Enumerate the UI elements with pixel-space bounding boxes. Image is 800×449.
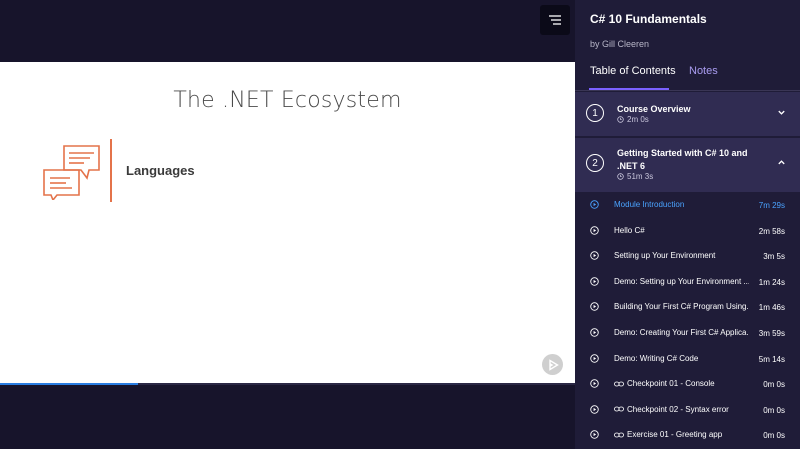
menu-lines-icon bbox=[549, 15, 561, 25]
clip-title: Module Introduction bbox=[614, 200, 749, 209]
module-number: 1 bbox=[586, 104, 604, 122]
link-icon bbox=[614, 381, 624, 387]
clip-title-text: Hello C# bbox=[614, 225, 645, 235]
clip-item[interactable]: Building Your First C# Program Using... 1… bbox=[575, 295, 800, 321]
play-circle-icon bbox=[590, 430, 599, 440]
play-circle-icon bbox=[590, 302, 599, 312]
clip-title-text: Module Introduction bbox=[614, 200, 685, 209]
clip-title-text: Checkpoint 01 - Console bbox=[627, 379, 715, 389]
course-sidebar: C# 10 Fundamentals by Gill Cleeren Table… bbox=[575, 0, 800, 449]
play-circle-icon bbox=[590, 225, 599, 235]
module-number: 2 bbox=[586, 154, 604, 172]
clip-item[interactable]: Checkpoint 01 - Console 0m 0s bbox=[575, 372, 800, 398]
play-circle-icon bbox=[590, 405, 599, 414]
chevron-up-icon[interactable] bbox=[777, 158, 786, 167]
video-progress-fill bbox=[0, 383, 138, 385]
clip-duration: 1m 24s bbox=[758, 277, 785, 287]
clock-icon bbox=[617, 173, 624, 180]
clip-title: Checkpoint 02 - Syntax error bbox=[614, 405, 749, 414]
module-duration-text: 51m 3s bbox=[627, 172, 654, 181]
clip-title: Demo: Creating Your First C# Applica... bbox=[614, 328, 749, 337]
clip-duration: 0m 0s bbox=[763, 405, 785, 415]
clip-title-text: Demo: Creating Your First C# Applica... bbox=[614, 327, 749, 337]
course-author: by Gill Cleeren bbox=[590, 39, 650, 49]
clip-item[interactable]: Setting up Your Environment 3m 5s bbox=[575, 244, 800, 270]
clip-item[interactable]: Demo: Setting up Your Environment ... 1m … bbox=[575, 270, 800, 296]
play-circle-icon bbox=[590, 277, 599, 286]
clip-duration: 7m 29s bbox=[758, 201, 785, 210]
clip-title: Checkpoint 01 - Console bbox=[614, 379, 749, 388]
clip-duration: 2m 58s bbox=[758, 226, 785, 236]
clip-item[interactable]: Exercise 01 - Greeting app 0m 0s bbox=[575, 423, 800, 449]
clip-title-text: Checkpoint 02 - Syntax error bbox=[627, 404, 729, 414]
clip-item[interactable]: Module Introduction 7m 29s bbox=[575, 193, 800, 219]
module-getting-started[interactable]: 2 Getting Started with C# 10 and .NET 6 … bbox=[575, 138, 800, 192]
play-circle-icon bbox=[590, 379, 599, 388]
clip-title: Hello C# bbox=[614, 226, 749, 235]
course-title: C# 10 Fundamentals bbox=[590, 12, 707, 26]
clip-item[interactable]: Hello C# 2m 58s bbox=[575, 219, 800, 245]
chevron-down-icon[interactable] bbox=[777, 108, 786, 117]
slide-title: The .NET Ecosystem bbox=[173, 88, 402, 113]
module-title: Getting Started with C# 10 and .NET 6 bbox=[617, 148, 748, 171]
tab-table-of-contents[interactable]: Table of Contents bbox=[590, 65, 676, 77]
slide-label: Languages bbox=[126, 163, 195, 178]
play-circle-icon bbox=[590, 328, 599, 337]
module-duration: 2m 0s bbox=[617, 115, 649, 124]
module-duration: 51m 3s bbox=[617, 172, 653, 181]
clip-title: Setting up Your Environment bbox=[614, 251, 749, 260]
clip-title-text: Building Your First C# Program Using... bbox=[614, 302, 749, 312]
play-logo-icon bbox=[548, 358, 559, 371]
chat-bubbles-icon bbox=[43, 145, 100, 200]
clip-duration: 3m 5s bbox=[763, 252, 785, 262]
clip-duration: 0m 0s bbox=[763, 380, 785, 390]
clip-title-text: Demo: Setting up Your Environment ... bbox=[614, 276, 749, 286]
tabs-divider bbox=[575, 90, 800, 91]
clip-list: Module Introduction 7m 29s Hello C# 2m 58s S… bbox=[575, 193, 800, 449]
clip-duration: 3m 59s bbox=[758, 328, 785, 338]
slide-divider bbox=[110, 139, 112, 202]
clip-title-text: Demo: Writing C# Code bbox=[614, 353, 699, 363]
clip-duration: 1m 46s bbox=[758, 303, 785, 313]
clip-item[interactable]: Demo: Writing C# Code 5m 14s bbox=[575, 347, 800, 373]
play-circle-icon bbox=[590, 200, 599, 209]
clip-title-text: Exercise 01 - Greeting app bbox=[627, 430, 723, 440]
clip-item[interactable]: Demo: Creating Your First C# Applica... 3… bbox=[575, 321, 800, 347]
pluralsight-logo bbox=[542, 354, 563, 375]
clip-item[interactable]: Checkpoint 02 - Syntax error 0m 0s bbox=[575, 398, 800, 424]
clip-title: Demo: Writing C# Code bbox=[614, 354, 749, 363]
module-course-overview[interactable]: 1 Course Overview 2m 0s bbox=[575, 92, 800, 136]
video-player: The .NET Ecosystem Languages bbox=[0, 0, 575, 449]
link-icon bbox=[614, 406, 624, 412]
clip-duration: 5m 14s bbox=[758, 354, 785, 364]
play-circle-icon bbox=[590, 251, 599, 260]
clip-title: Demo: Setting up Your Environment ... bbox=[614, 277, 749, 286]
sidebar-toggle-button[interactable] bbox=[540, 5, 570, 35]
play-circle-icon bbox=[590, 353, 599, 363]
tab-notes[interactable]: Notes bbox=[689, 65, 718, 77]
clip-title-text: Setting up Your Environment bbox=[614, 251, 716, 261]
clip-duration: 0m 0s bbox=[763, 431, 785, 441]
link-icon bbox=[614, 432, 624, 438]
clip-title: Exercise 01 - Greeting app bbox=[614, 430, 749, 439]
video-progress-bar[interactable] bbox=[0, 383, 575, 385]
clock-icon bbox=[617, 116, 624, 123]
video-slide[interactable]: The .NET Ecosystem Languages bbox=[0, 62, 575, 384]
clip-title: Building Your First C# Program Using... bbox=[614, 302, 749, 311]
module-duration-text: 2m 0s bbox=[627, 115, 649, 124]
